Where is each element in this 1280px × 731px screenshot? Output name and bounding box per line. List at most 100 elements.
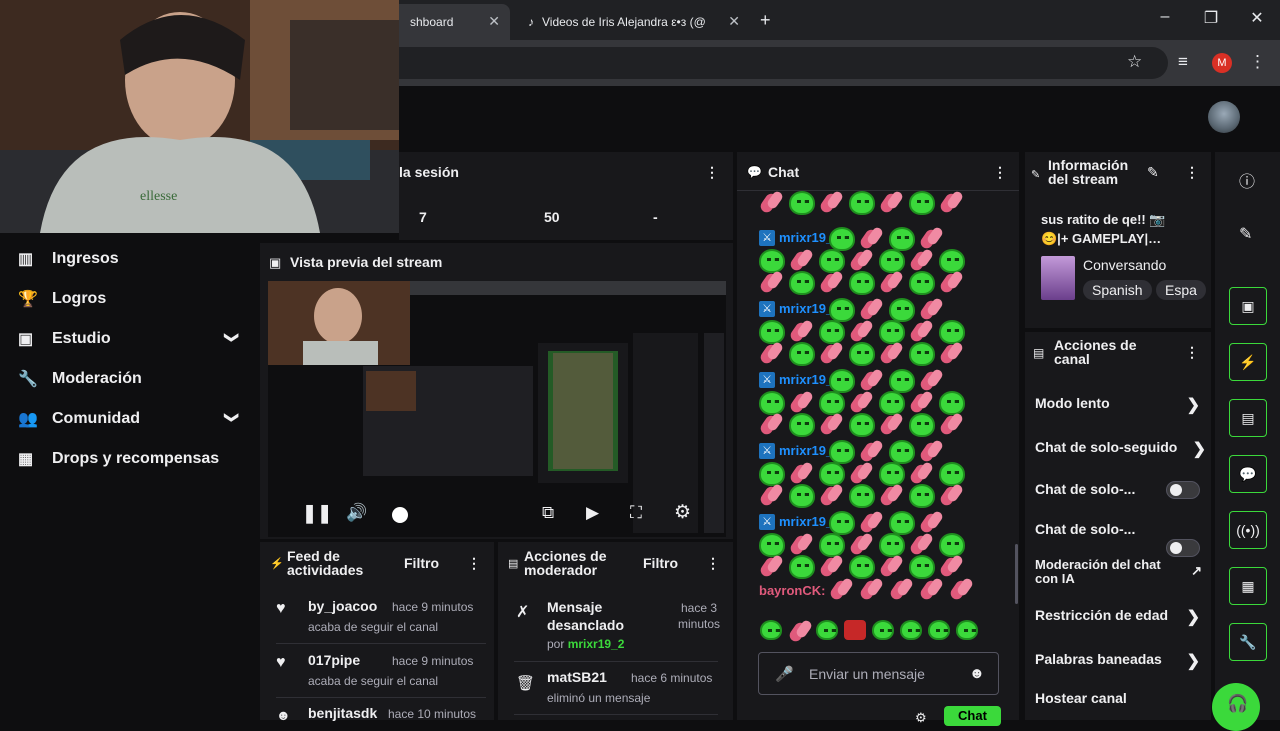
tab-close-icon[interactable]: ✕ — [488, 13, 500, 30]
browser-menu-icon[interactable]: ⋮ — [1249, 52, 1266, 72]
restore-button[interactable]: ❐ — [1191, 8, 1231, 28]
feed-item-name[interactable]: by_joacoo — [308, 598, 377, 614]
lightning-button[interactable]: ⚡ — [1229, 343, 1267, 381]
chat-username[interactable]: bayronCK: — [759, 583, 825, 598]
channel-actions-title-line: canal — [1054, 351, 1090, 367]
sidebar-item-comunidad[interactable]: 👥 Comunidad ❯ — [18, 399, 241, 439]
mod-item-title[interactable]: matSB21 — [547, 669, 607, 685]
close-window-button[interactable]: ✕ — [1237, 8, 1277, 28]
feed-item-name[interactable]: 017pipe — [308, 652, 360, 668]
chat-button[interactable]: 💬 — [1229, 455, 1267, 493]
volume-icon[interactable]: 🔊 — [346, 503, 367, 523]
emote[interactable] — [900, 620, 922, 640]
emote[interactable] — [760, 620, 782, 640]
tag[interactable]: Spanish — [1083, 280, 1152, 300]
action-host-channel[interactable]: Hostear canal — [1035, 690, 1200, 706]
toggle-switch[interactable] — [1166, 481, 1200, 499]
bookmark-star-icon[interactable]: ☆ — [1127, 52, 1142, 72]
minimize-button[interactable]: – — [1145, 8, 1185, 26]
toggle-switch[interactable] — [1166, 539, 1200, 557]
sidebar-item-logros[interactable]: 🏆 Logros — [18, 279, 240, 319]
emote[interactable] — [928, 620, 950, 640]
session-stat: 50 — [544, 209, 560, 225]
category-boxart[interactable] — [1041, 256, 1075, 300]
chat-input[interactable]: 🎤 Enviar un mensaje ☻ — [758, 652, 999, 695]
action-followers-only[interactable]: Chat de solo-seguido ❯ — [1035, 439, 1206, 458]
chat-message[interactable]: ⚔ mrixr19_2: — [759, 511, 999, 579]
channel-actions-icon: ▤ — [1033, 346, 1045, 360]
chevron-down-icon[interactable]: ❯ — [224, 332, 241, 344]
emote[interactable] — [788, 620, 810, 640]
volume-slider-thumb[interactable] — [392, 507, 408, 523]
emote[interactable] — [872, 620, 894, 640]
microphone-icon[interactable]: 🎤 — [775, 665, 794, 683]
emote — [919, 298, 945, 322]
sidebar-item-ingresos[interactable]: ▥ Ingresos — [18, 239, 240, 279]
chat-message[interactable]: ⚔ mrixr19_2: — [759, 440, 999, 508]
fullscreen-icon[interactable]: ⛶ — [630, 503, 642, 523]
stream-info-panel: ✎ Información del stream ✎ ⋮ sus ratito … — [1025, 152, 1211, 328]
action-ai-moderation[interactable]: Moderación del chat con IA ↗ — [1035, 558, 1202, 586]
new-tab-button[interactable]: + — [760, 10, 771, 31]
edit-pencil-icon[interactable]: ✎ — [1147, 164, 1159, 181]
action-banned-words[interactable]: Palabras baneadas ❯ — [1035, 651, 1200, 670]
chevron-right-icon: ❯ — [1186, 653, 1200, 670]
action-slow-mode[interactable]: Modo lento ❯ — [1035, 395, 1200, 414]
mod-item-by-user[interactable]: mrixr19_2 — [568, 637, 625, 651]
sidebar-item-estudio[interactable]: ▣ Estudio ❯ — [18, 319, 241, 359]
layout-button[interactable]: ▦ — [1229, 567, 1267, 605]
emote — [829, 440, 855, 464]
pause-icon[interactable]: ❚❚ — [302, 503, 332, 524]
chat-send-button[interactable]: Chat — [944, 706, 1001, 726]
emote — [819, 533, 845, 557]
emoji-picker-icon[interactable]: ☻ — [969, 665, 985, 682]
chat-emote-row — [759, 191, 965, 215]
sidebar-item-label: Estudio — [52, 330, 111, 347]
mod-filter-button[interactable]: Filtro — [643, 555, 678, 571]
tab-videos[interactable]: ♪ Videos de Iris Alejandra ε•з (@ ✕ — [516, 4, 750, 40]
emote[interactable] — [844, 620, 866, 640]
help-button[interactable]: 🎧 — [1212, 683, 1260, 731]
info-circle-icon[interactable]: ⓘ — [1239, 168, 1255, 192]
chat-message[interactable]: bayronCK: — [759, 582, 999, 600]
chat-settings-icon[interactable]: ⚙ — [915, 710, 927, 726]
stream-info-menu-icon[interactable]: ⋮ — [1185, 164, 1199, 181]
settings-gear-icon[interactable]: ⚙ — [674, 501, 691, 524]
tab-close-icon[interactable]: ✕ — [728, 13, 740, 30]
preview-video[interactable]: ❚❚ 🔊 ⧉ ▶ ⛶ ⚙ — [268, 281, 726, 537]
session-menu-icon[interactable]: ⋮ — [705, 164, 719, 181]
sidebar-item-label: Drops y recompensas — [52, 450, 220, 467]
feed-filter-button[interactable]: Filtro — [404, 555, 439, 571]
chat-menu-icon[interactable]: ⋮ — [993, 164, 1007, 181]
channel-actions-menu-icon[interactable]: ⋮ — [1185, 344, 1199, 361]
user-avatar[interactable] — [1208, 101, 1240, 133]
action-age-restriction[interactable]: Restricción de edad ❯ — [1035, 607, 1200, 626]
action-label-line: con IA — [1035, 571, 1075, 586]
notes-button[interactable]: ▤ — [1229, 399, 1267, 437]
chat-emote-row — [829, 578, 975, 602]
feed-menu-icon[interactable]: ⋮ — [467, 555, 481, 572]
chat-message[interactable]: ⚔ mrixr19_2: — [759, 369, 999, 437]
tag[interactable]: Espa — [1156, 280, 1206, 300]
theatre-icon[interactable]: ▶ — [586, 503, 599, 523]
chat-message[interactable]: ⚔ mrixr19_2: — [759, 298, 999, 366]
feed-item-name[interactable]: benjitasdk — [308, 705, 377, 721]
tab-dashboard[interactable]: shboard ✕ — [380, 4, 510, 40]
edit-icon[interactable]: ✎ — [1239, 224, 1252, 244]
profile-avatar[interactable]: M — [1212, 53, 1232, 73]
pip-icon[interactable]: ⧉ — [542, 503, 554, 523]
media-queue-icon[interactable]: ≡ — [1178, 52, 1188, 72]
sidebar-item-moderacion[interactable]: 🔧 Moderación — [18, 359, 240, 399]
broadcast-button[interactable]: ((•)) — [1229, 511, 1267, 549]
sidebar-item-drops[interactable]: ▦ Drops y recompensas — [18, 439, 240, 479]
emote[interactable] — [956, 620, 978, 640]
category-name[interactable]: Conversando — [1083, 257, 1166, 273]
chat-message[interactable]: ⚔ mrixr19_2: — [759, 227, 999, 295]
chat-scrollbar[interactable] — [1015, 544, 1018, 604]
studio-icon: ▣ — [18, 331, 34, 348]
emote[interactable] — [816, 620, 838, 640]
camera-button[interactable]: ▣ — [1229, 287, 1267, 325]
mod-menu-icon[interactable]: ⋮ — [706, 555, 720, 572]
tools-button[interactable]: 🔧 — [1229, 623, 1267, 661]
chevron-down-icon[interactable]: ❯ — [224, 412, 241, 424]
